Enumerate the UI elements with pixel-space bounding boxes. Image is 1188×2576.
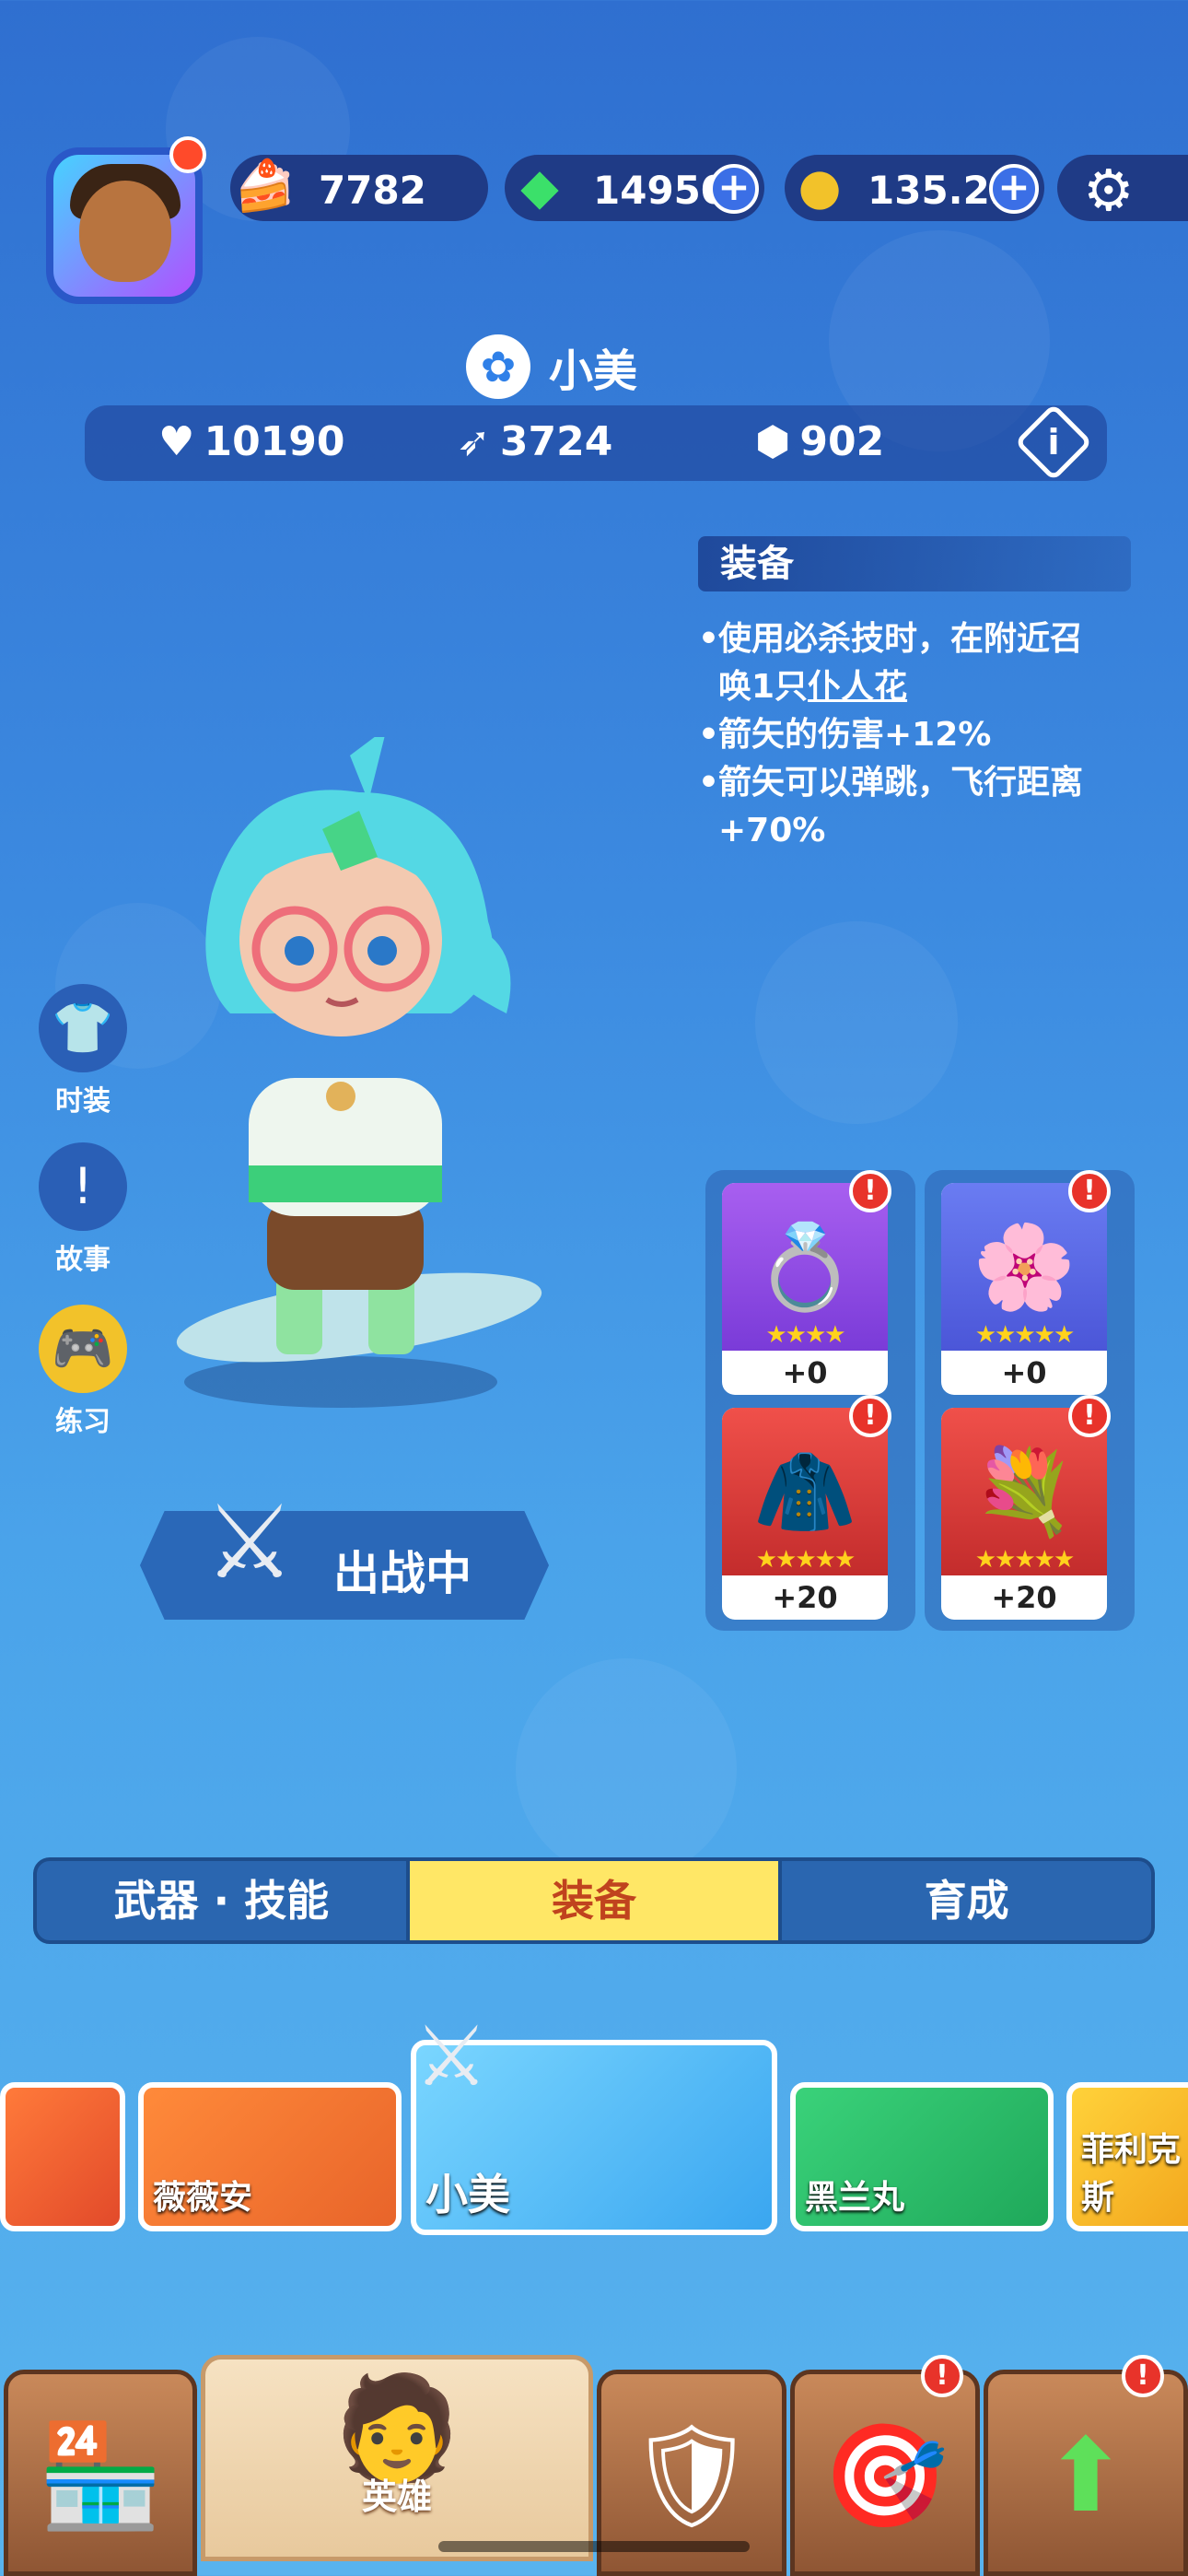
nav-alert-badge: ! bbox=[1122, 2355, 1164, 2397]
costume-button[interactable]: 👕 时装 bbox=[37, 984, 129, 1118]
battle-shield-icon: 🛡 bbox=[627, 2417, 756, 2535]
hero-card-vivian[interactable]: 薇薇安 bbox=[138, 2082, 402, 2231]
gear-alert-badge: ! bbox=[1068, 1170, 1111, 1212]
crossed-swords-icon: ⚔ bbox=[204, 1483, 296, 1601]
gear-alert-badge: ! bbox=[849, 1395, 891, 1437]
gear-card-boots[interactable]: 💐 ★★★★★ +20 bbox=[941, 1408, 1107, 1620]
gear-card-armor[interactable]: 🧥 ★★★★★ +20 bbox=[722, 1408, 888, 1620]
servant-flower-link[interactable]: 仆人花 bbox=[808, 668, 907, 706]
story-icon: ! bbox=[39, 1142, 127, 1231]
gear-stars: ★★★★★ bbox=[974, 1321, 1076, 1349]
bg-decoration bbox=[516, 1658, 737, 1879]
cake-value: 7782 bbox=[319, 168, 426, 213]
hero-stats-bar: ♥ 10190 ➶ 3724 ⬢ 902 i bbox=[85, 403, 1107, 482]
avatar-face bbox=[79, 181, 171, 282]
shirt-icon: 👕 bbox=[39, 984, 127, 1072]
info-icon: i bbox=[1047, 422, 1060, 463]
tab-weapon-skill[interactable]: 武器 · 技能 bbox=[37, 1861, 406, 1940]
add-coins-button[interactable]: + bbox=[989, 164, 1039, 214]
hero-card-name: 小美 bbox=[425, 2170, 510, 2219]
deployed-label: 出战中 bbox=[333, 1547, 472, 1600]
add-gems-button[interactable]: + bbox=[709, 164, 759, 214]
defense-value: 902 bbox=[799, 418, 885, 465]
equip-effect-1: 使用必杀技时，在附近召 唤1只仆人花 bbox=[698, 615, 1131, 711]
gem-icon: ◆ bbox=[520, 157, 559, 216]
hero-character-model[interactable] bbox=[138, 728, 580, 1419]
gear-level: +0 bbox=[1001, 1355, 1047, 1390]
equip-effect-3: 箭矢可以弹跳，飞行距离 +70% bbox=[698, 759, 1131, 855]
nav-upgrade[interactable]: ⬆ bbox=[984, 2370, 1188, 2576]
attack-stat: ➶ 3724 bbox=[457, 418, 612, 465]
nav-shop[interactable]: 🏪 bbox=[4, 2370, 197, 2576]
home-indicator bbox=[438, 2541, 750, 2552]
hero-card-1[interactable] bbox=[0, 2082, 125, 2231]
attack-icon: ➶ bbox=[457, 418, 491, 465]
equip-effect-2: 箭矢的伤害+12% bbox=[698, 711, 1131, 759]
nav-alert-badge: ! bbox=[921, 2355, 963, 2397]
equip-effect-1-text: 使用必杀技时，在附近召 bbox=[718, 620, 1084, 658]
story-button[interactable]: ! 故事 bbox=[37, 1142, 129, 1277]
nav-event[interactable]: 🎯 bbox=[790, 2370, 980, 2576]
gear-level: +20 bbox=[772, 1580, 838, 1615]
gear-stars: ★★★★★ bbox=[974, 1546, 1076, 1574]
hero-name-row: ✿ 小美 bbox=[466, 334, 637, 400]
hero-card-name: 黑兰丸 bbox=[805, 2179, 905, 2217]
practice-button[interactable]: 🎮 练习 bbox=[37, 1305, 129, 1439]
target-icon: 🎯 bbox=[821, 2417, 949, 2535]
hero-class-icon: ✿ bbox=[466, 334, 530, 399]
gear-card-ring[interactable]: 💍 ★★★★ +0 bbox=[722, 1183, 888, 1395]
gear-card-glove[interactable]: 🌸 ★★★★★ +0 bbox=[941, 1183, 1107, 1395]
settings-button[interactable]: ⚙ bbox=[1057, 155, 1188, 224]
equip-effect-3-text-b: +70% bbox=[718, 812, 826, 849]
deployed-swords-icon: ⚔ bbox=[413, 2008, 489, 2105]
hero-tabs: 武器 · 技能 装备 育成 bbox=[33, 1857, 1155, 1944]
gear-icon: ⚙ bbox=[1083, 157, 1135, 224]
tab-equipment[interactable]: 装备 bbox=[405, 1861, 779, 1940]
info-button[interactable]: i bbox=[1014, 403, 1093, 482]
gem-value: 14950 bbox=[593, 168, 728, 213]
equip-effect-3-text: 箭矢可以弹跳，飞行距离 bbox=[718, 764, 1084, 802]
gear-alert-badge: ! bbox=[849, 1170, 891, 1212]
bg-decoration bbox=[755, 921, 958, 1124]
health-stat: ♥ 10190 bbox=[158, 418, 345, 465]
upgrade-arrow-icon: ⬆ bbox=[1042, 2417, 1129, 2535]
costume-label: 时装 bbox=[55, 1085, 111, 1118]
nav-hero[interactable]: 🧑 英雄 bbox=[201, 2355, 593, 2561]
story-label: 故事 bbox=[55, 1244, 111, 1276]
equipment-title: 装备 bbox=[698, 536, 1131, 591]
heart-icon: ♥ bbox=[158, 418, 195, 465]
gem-resource: ◆ 14950 + bbox=[505, 155, 764, 221]
gamepad-icon: 🎮 bbox=[39, 1305, 127, 1393]
gear-level: +20 bbox=[991, 1580, 1057, 1615]
nav-hero-label: 英雄 bbox=[361, 2476, 432, 2517]
defense-stat: ⬢ 902 bbox=[755, 418, 884, 465]
shop-icon: 🏪 bbox=[37, 2417, 164, 2535]
gear-level: +0 bbox=[782, 1355, 828, 1390]
hero-card-name: 薇薇安 bbox=[153, 2179, 253, 2217]
gear-alert-badge: ! bbox=[1068, 1395, 1111, 1437]
coin-icon: ● bbox=[798, 157, 842, 216]
equip-effect-1-text-b: 唤1只 bbox=[718, 668, 809, 706]
hero-card-name: 菲利克斯 bbox=[1081, 2131, 1182, 2217]
hero-card-kuroranmaru[interactable]: 黑兰丸 bbox=[790, 2082, 1054, 2231]
gear-stars: ★★★★★ bbox=[755, 1546, 856, 1574]
practice-label: 练习 bbox=[55, 1406, 111, 1438]
shield-icon: ⬢ bbox=[755, 418, 791, 465]
gear-stars: ★★★★ bbox=[765, 1321, 845, 1349]
tab-growth[interactable]: 育成 bbox=[778, 1861, 1151, 1940]
equipment-description: 使用必杀技时，在附近召 唤1只仆人花 箭矢的伤害+12% 箭矢可以弹跳，飞行距离… bbox=[698, 615, 1131, 855]
cake-resource: 🍰 7782 bbox=[230, 155, 488, 221]
attack-value: 3724 bbox=[499, 418, 613, 465]
hero-card-felix[interactable]: 菲利克斯 bbox=[1066, 2082, 1188, 2231]
coin-resource: ● 135.2K + bbox=[785, 155, 1044, 221]
cake-icon: 🍰 bbox=[234, 157, 297, 215]
hero-name: 小美 bbox=[549, 345, 638, 397]
avatar-notification-dot bbox=[169, 136, 206, 173]
health-value: 10190 bbox=[204, 418, 345, 465]
